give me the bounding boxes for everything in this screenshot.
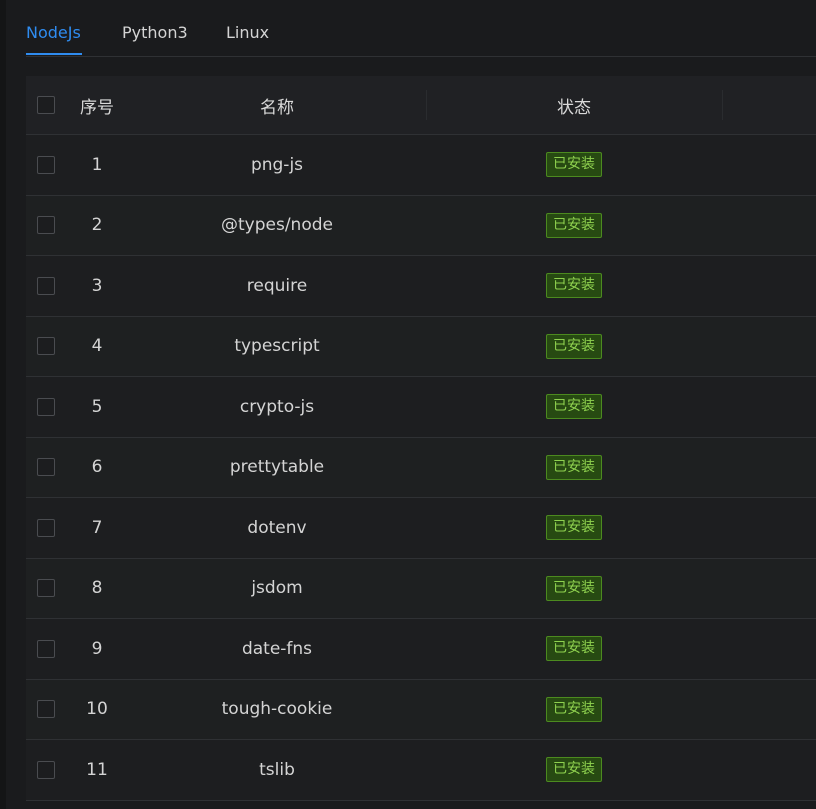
- row-checkbox[interactable]: [37, 397, 55, 416]
- table-row[interactable]: 11 tslib 已安装: [26, 740, 816, 801]
- row-checkbox-cell: [26, 135, 66, 195]
- row-index: 11: [86, 759, 108, 780]
- table-row[interactable]: 4 typescript 已安装: [26, 316, 816, 377]
- row-index: 1: [91, 154, 103, 175]
- row-name: crypto-js: [239, 396, 315, 417]
- table-row[interactable]: 2 @types/node 已安装: [26, 195, 816, 256]
- row-index: 8: [91, 578, 103, 599]
- table-row[interactable]: 8 jsdom 已安装: [26, 558, 816, 619]
- tab-nodejs[interactable]: NodeJs: [26, 22, 81, 44]
- row-checkbox[interactable]: [37, 579, 55, 598]
- row-checkbox-cell: [26, 740, 66, 800]
- status-badge: 已安装: [546, 454, 602, 480]
- table-row[interactable]: 7 dotenv 已安装: [26, 498, 816, 559]
- tab-linux[interactable]: Linux: [226, 22, 269, 44]
- row-index: 9: [91, 638, 103, 659]
- header-status: 状态: [557, 97, 591, 118]
- row-checkbox-cell: [26, 438, 66, 498]
- table-header-row: 序号 名称 状态: [26, 76, 816, 135]
- row-checkbox[interactable]: [37, 155, 55, 174]
- row-name: jsdom: [251, 578, 303, 599]
- row-name: png-js: [250, 154, 304, 175]
- status-badge: 已安装: [546, 333, 602, 359]
- row-status-cell: 已安装: [426, 680, 722, 740]
- row-index: 4: [91, 336, 103, 357]
- row-status-cell: 已安装: [426, 559, 722, 619]
- row-index: 3: [91, 275, 103, 296]
- row-name: require: [246, 275, 308, 296]
- row-checkbox-cell: [26, 559, 66, 619]
- row-status-cell: 已安装: [426, 438, 722, 498]
- row-checkbox[interactable]: [37, 337, 55, 356]
- row-status-cell: 已安装: [426, 196, 722, 256]
- row-name: prettytable: [229, 457, 325, 478]
- row-status-cell: 已安装: [426, 498, 722, 558]
- row-index: 10: [86, 699, 108, 720]
- status-badge: 已安装: [546, 575, 602, 601]
- left-edge-strip: [0, 0, 6, 809]
- row-checkbox-cell: [26, 377, 66, 437]
- status-badge: 已安装: [546, 696, 602, 722]
- row-name: @types/node: [221, 215, 333, 236]
- status-badge: 已安装: [546, 757, 602, 783]
- row-name: tslib: [259, 759, 295, 780]
- header-index: 序号: [80, 97, 114, 118]
- row-status-cell: 已安装: [426, 377, 722, 437]
- status-badge: 已安装: [546, 273, 602, 299]
- row-status-cell: 已安装: [426, 317, 722, 377]
- column-separator: [426, 90, 427, 120]
- table-row[interactable]: 3 require 已安装: [26, 256, 816, 317]
- status-badge: 已安装: [546, 394, 602, 420]
- row-checkbox-cell: [26, 196, 66, 256]
- row-name: typescript: [234, 336, 320, 357]
- status-badge: 已安装: [546, 515, 602, 541]
- row-name: tough-cookie: [221, 699, 333, 720]
- row-name: date-fns: [241, 638, 313, 659]
- row-checkbox[interactable]: [37, 216, 55, 235]
- header-name: 名称: [260, 97, 294, 118]
- row-checkbox[interactable]: [37, 760, 55, 779]
- table-body: 1 png-js 已安装 2 @types/node 已安装 3 require 已安装 4 typ…: [26, 135, 816, 801]
- status-badge: 已安装: [546, 636, 602, 662]
- select-all-checkbox[interactable]: [37, 96, 55, 114]
- row-status-cell: 已安装: [426, 135, 722, 195]
- row-status-cell: 已安装: [426, 740, 722, 800]
- row-index: 6: [91, 457, 103, 478]
- row-checkbox[interactable]: [37, 700, 55, 719]
- row-checkbox-cell: [26, 256, 66, 316]
- column-separator: [722, 90, 723, 120]
- table-row[interactable]: 9 date-fns 已安装: [26, 619, 816, 680]
- row-checkbox[interactable]: [37, 518, 55, 537]
- status-badge: 已安装: [546, 152, 602, 178]
- table-row[interactable]: 1 png-js 已安装: [26, 135, 816, 196]
- row-checkbox-cell: [26, 680, 66, 740]
- active-tab-indicator: [26, 53, 82, 55]
- row-index: 2: [91, 215, 103, 236]
- table-row[interactable]: 10 tough-cookie 已安装: [26, 679, 816, 740]
- row-checkbox[interactable]: [37, 639, 55, 658]
- row-index: 5: [91, 396, 103, 417]
- table-row[interactable]: 6 prettytable 已安装: [26, 437, 816, 498]
- row-checkbox-cell: [26, 619, 66, 679]
- status-badge: 已安装: [546, 212, 602, 238]
- tab-python3[interactable]: Python3: [122, 22, 188, 44]
- row-checkbox[interactable]: [37, 276, 55, 295]
- language-tabs: NodeJs Python3 Linux: [26, 0, 816, 57]
- row-index: 7: [91, 517, 103, 538]
- row-name: dotenv: [247, 517, 307, 538]
- header-checkbox-cell: [26, 76, 66, 134]
- row-status-cell: 已安装: [426, 256, 722, 316]
- row-status-cell: 已安装: [426, 619, 722, 679]
- row-checkbox-cell: [26, 498, 66, 558]
- row-checkbox[interactable]: [37, 458, 55, 477]
- table-row[interactable]: 5 crypto-js 已安装: [26, 377, 816, 438]
- row-checkbox-cell: [26, 317, 66, 377]
- dependency-table: 序号 名称 状态 1 png-js 已安装 2 @types/node 已安装 3 requi…: [26, 76, 816, 801]
